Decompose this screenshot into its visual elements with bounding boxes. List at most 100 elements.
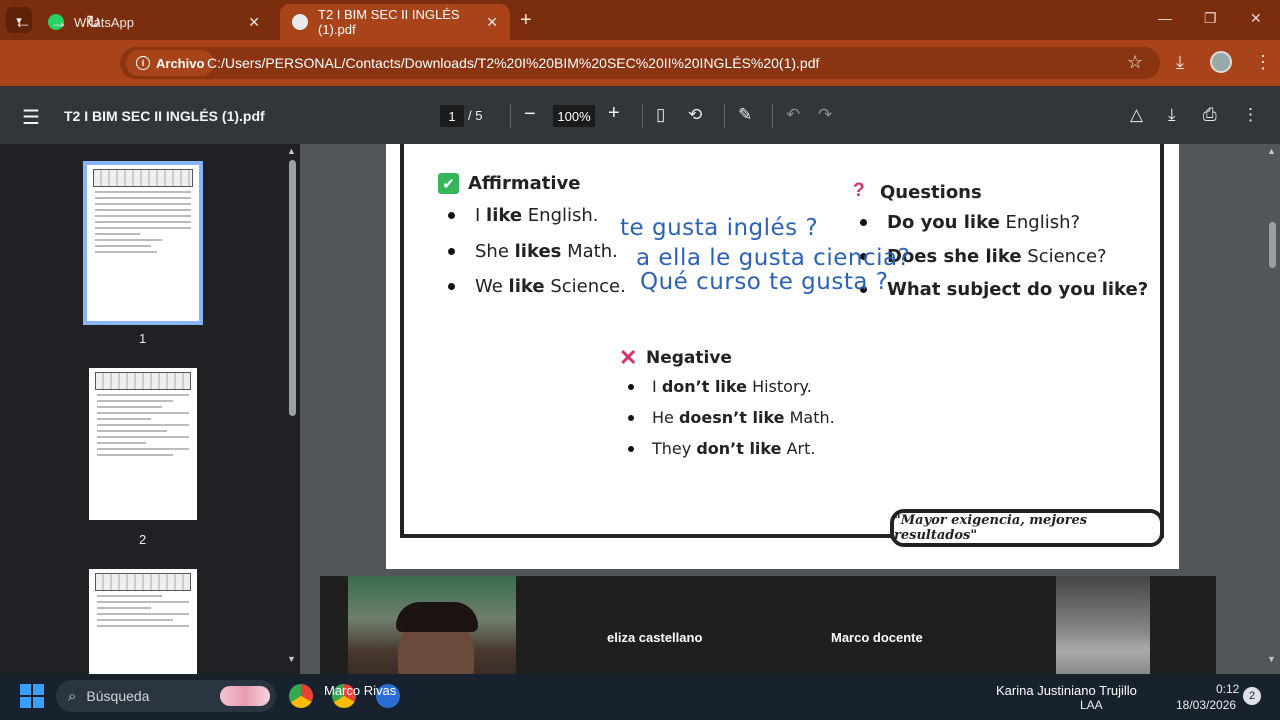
bullet xyxy=(628,446,634,452)
clock-date[interactable]: 18/03/2026 xyxy=(1176,698,1236,712)
divider xyxy=(724,104,725,128)
forward-icon[interactable]: → xyxy=(50,12,68,33)
question-mark-icon: ? xyxy=(853,180,865,201)
rotate-icon[interactable]: ⟲ xyxy=(688,105,702,125)
thumbnail-label: 1 xyxy=(139,331,147,346)
pdf-toolbar: ☰ T2 I BIM SEC II INGLÉS (1).pdf 1 / 5 −… xyxy=(0,86,1280,144)
motto-banner: "Mayor exigencia, mejores resultados" xyxy=(890,509,1164,547)
affirmative-item: We like Science. xyxy=(475,276,626,297)
bullet xyxy=(448,248,455,255)
profile-avatar[interactable] xyxy=(1210,51,1232,73)
more-options-icon[interactable]: ⋮ xyxy=(1242,105,1259,125)
bullet xyxy=(628,415,634,421)
language-indicator[interactable]: LAA xyxy=(1080,698,1103,712)
negative-item: I don’t like History. xyxy=(652,377,812,396)
scroll-down-icon[interactable]: ▼ xyxy=(1267,654,1276,664)
divider xyxy=(772,104,773,128)
divider xyxy=(642,104,643,128)
handwritten-annotation: te gusta inglés ? xyxy=(620,215,819,241)
tab-label: WhatsApp xyxy=(74,14,134,30)
text-cursor-icon: I xyxy=(986,250,991,267)
downloads-icon[interactable]: ⤓ xyxy=(1176,52,1184,73)
scroll-up-icon[interactable]: ▲ xyxy=(287,146,296,156)
site-info-chip[interactable]: i Archivo xyxy=(126,50,215,76)
handwritten-annotation: Qué curso te gusta ? xyxy=(640,269,889,295)
question-item: What subject do you like? xyxy=(887,279,1149,300)
pdf-title: T2 I BIM SEC II INGLÉS (1).pdf xyxy=(64,108,265,124)
checkmark-icon: ✔ xyxy=(438,173,459,194)
save-to-drive-icon[interactable]: △ xyxy=(1130,105,1143,125)
redo-icon[interactable]: ↷ xyxy=(818,105,832,125)
tab-whatsapp[interactable]: WhatsApp ✕ xyxy=(36,4,272,40)
maximize-icon[interactable]: ❐ xyxy=(1204,10,1217,27)
browser-menu-icon[interactable]: ⋮ xyxy=(1254,52,1272,73)
thumb-header xyxy=(93,169,193,187)
page-number-input[interactable]: 1 xyxy=(440,105,464,127)
search-highlight-image xyxy=(220,686,270,706)
thumb-header xyxy=(95,372,191,390)
bullet xyxy=(448,283,455,290)
search-icon: ⌕ xyxy=(68,687,77,705)
participant-name: Karina Justiniano Trujillo xyxy=(996,683,1137,698)
page-total: / 5 xyxy=(468,108,483,123)
negative-heading: Negative xyxy=(646,348,732,368)
question-item: Do you like English? xyxy=(887,212,1081,233)
new-tab-button[interactable]: + xyxy=(520,9,532,32)
info-icon: i xyxy=(136,56,150,70)
tab-label: T2 I BIM SEC II INGLÉS (1).pdf xyxy=(318,7,460,37)
site-chip-label: Archivo xyxy=(156,55,205,71)
scroll-down-icon[interactable]: ▼ xyxy=(287,654,296,664)
close-window-icon[interactable]: ✕ xyxy=(1250,10,1262,27)
participant-hair xyxy=(396,602,478,632)
bullet xyxy=(628,384,634,390)
zoom-input[interactable]: 100% xyxy=(553,105,595,127)
bullet xyxy=(860,219,867,226)
globe-icon xyxy=(292,14,308,30)
scroll-up-icon[interactable]: ▲ xyxy=(1267,146,1276,156)
print-icon[interactable]: ⎙ xyxy=(1203,105,1217,125)
participant-name: eliza castellano xyxy=(607,630,703,645)
zoom-in-icon[interactable]: + xyxy=(608,102,620,125)
sidebar-scrollbar[interactable]: ▲ ▼ xyxy=(286,146,298,666)
windows-start-icon[interactable] xyxy=(20,684,44,708)
thumbnail-label: 2 xyxy=(139,532,147,547)
clock-time[interactable]: 0:12 xyxy=(1216,682,1239,696)
document-scrollbar[interactable]: ▲ ▼ xyxy=(1266,146,1278,666)
scrollbar-thumb[interactable] xyxy=(1269,222,1276,268)
page-border xyxy=(400,144,1164,538)
back-icon[interactable]: ← xyxy=(14,12,32,33)
close-tab-icon[interactable]: ✕ xyxy=(486,14,498,31)
bullet xyxy=(448,212,455,219)
bookmark-star-icon[interactable]: ☆ xyxy=(1127,52,1143,73)
download-icon[interactable]: ⤓ xyxy=(1168,105,1176,125)
search-placeholder: Búsqueda xyxy=(86,688,150,704)
participant-name: Marco docente xyxy=(831,630,923,645)
handwritten-annotation: a ella le gusta ciencia? xyxy=(636,245,911,271)
divider xyxy=(510,104,511,128)
affirmative-item: I like English. xyxy=(475,205,599,226)
tab-pdf[interactable]: T2 I BIM SEC II INGLÉS (1).pdf ✕ xyxy=(280,4,510,40)
affirmative-heading: Affirmative xyxy=(468,173,581,194)
thumbnail-page-3[interactable] xyxy=(89,569,197,674)
negative-item: They don’t like Art. xyxy=(652,439,816,458)
zoom-out-icon[interactable]: − xyxy=(524,103,536,126)
fit-page-icon[interactable]: ▯ xyxy=(656,105,665,125)
thumbnail-page-2[interactable] xyxy=(89,368,197,520)
chrome-icon[interactable] xyxy=(289,684,313,708)
thumb-header xyxy=(95,573,191,591)
reload-icon[interactable]: ↻ xyxy=(86,12,101,33)
url-text[interactable]: C:/Users/PERSONAL/Contacts/Downloads/T2%… xyxy=(207,55,819,71)
notification-badge[interactable]: 2 xyxy=(1243,687,1261,705)
negative-item: He doesn’t like Math. xyxy=(652,408,835,427)
thumbnail-page-1[interactable] xyxy=(83,161,203,325)
affirmative-item: She likes Math. xyxy=(475,241,618,262)
draw-icon[interactable]: ✎ xyxy=(738,105,752,125)
question-item: Does she like Science? xyxy=(887,246,1107,267)
close-tab-icon[interactable]: ✕ xyxy=(248,14,260,31)
undo-icon[interactable]: ↶ xyxy=(786,105,800,125)
x-mark-icon: ✕ xyxy=(619,345,638,370)
scrollbar-thumb[interactable] xyxy=(289,160,296,416)
participant-name: Marco Rivas xyxy=(324,683,397,698)
sidebar-menu-icon[interactable]: ☰ xyxy=(22,105,40,130)
minimize-icon[interactable]: — xyxy=(1158,10,1172,26)
